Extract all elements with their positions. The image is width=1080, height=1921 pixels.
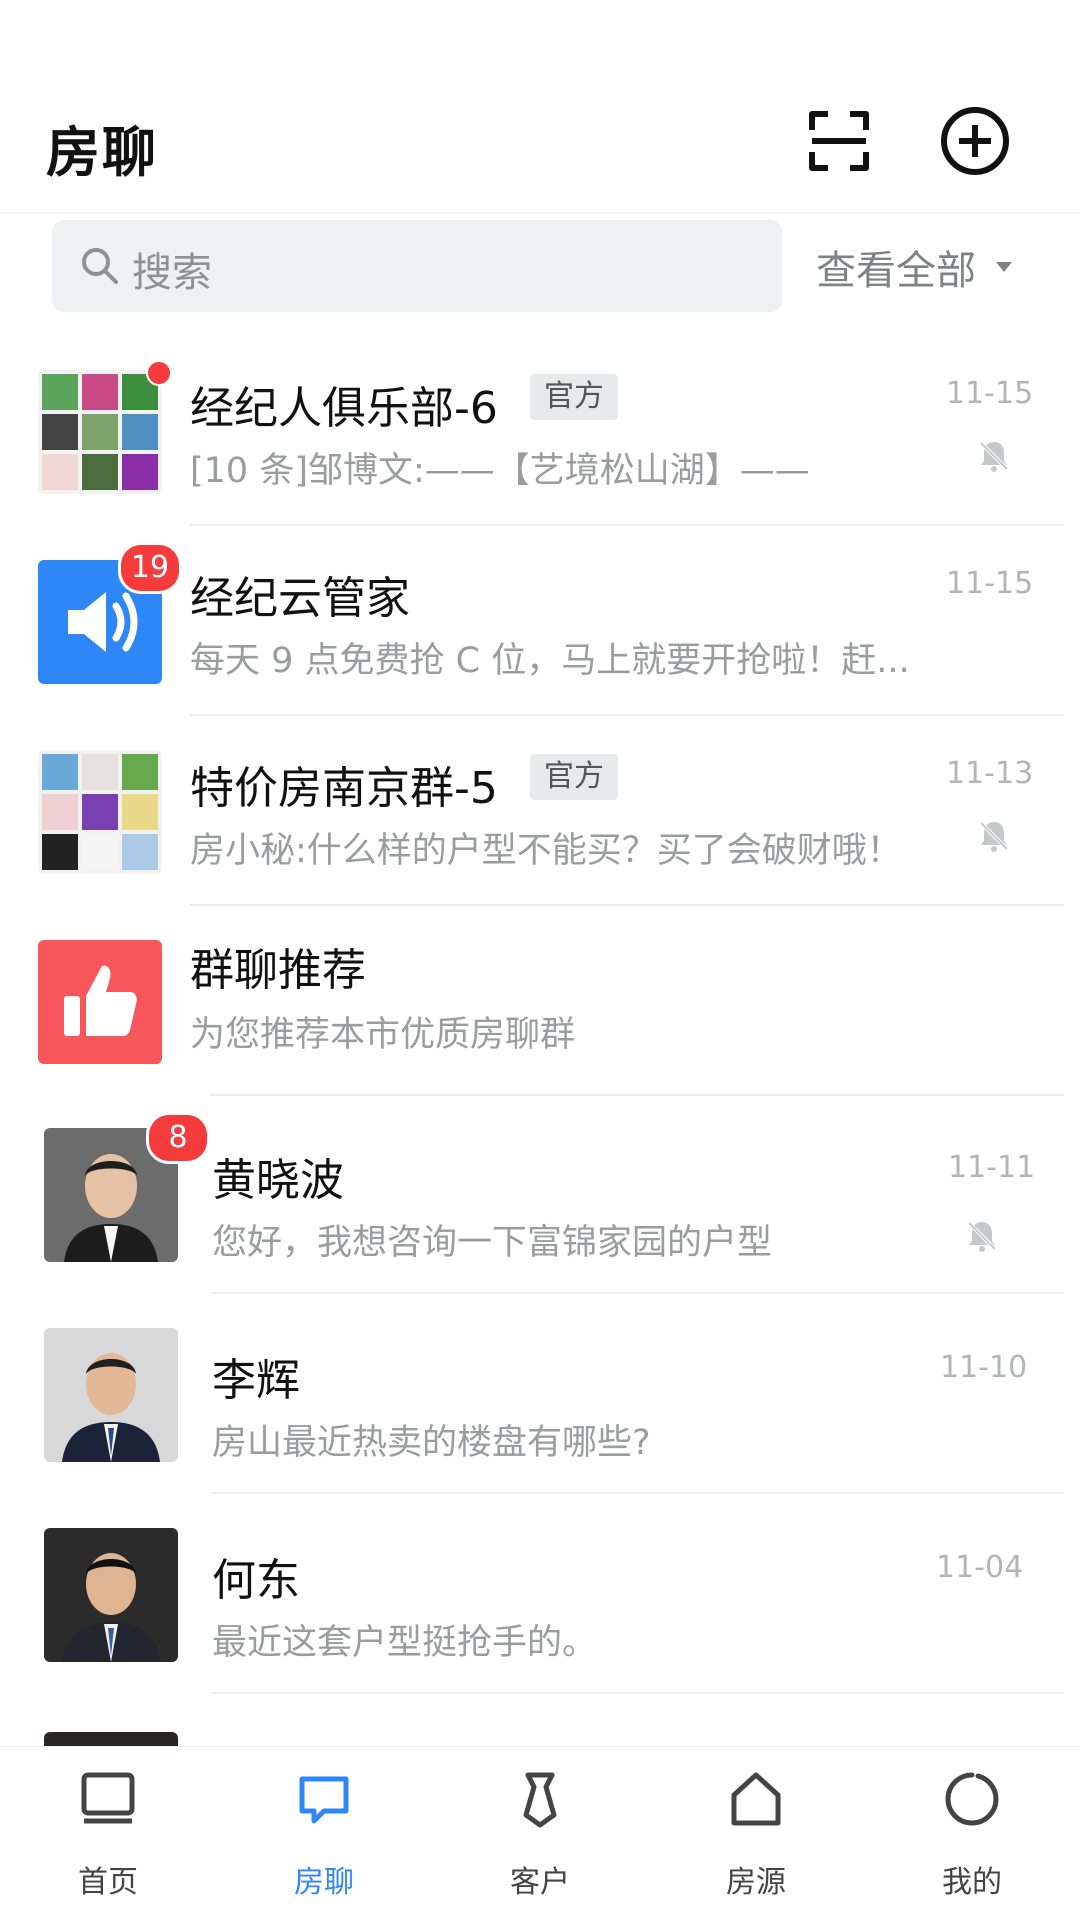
- home-monitor-icon: [81, 1772, 135, 1824]
- divider: [212, 1692, 1064, 1694]
- chat-time: 11-13: [946, 756, 1034, 791]
- tab-listings[interactable]: 房源: [648, 1747, 864, 1921]
- chat-preview: 您好，我想咨询一下富锦家园的户型: [212, 1223, 773, 1263]
- view-all-label: 查看全部: [816, 248, 976, 294]
- official-tag: 官方: [530, 374, 618, 420]
- tab-label: 房聊: [294, 1865, 354, 1900]
- search-row: 搜索 查看全部: [0, 220, 1080, 312]
- chat-preview: 为您推荐本市优质房聊群: [190, 1015, 576, 1055]
- tie-icon: [523, 1772, 557, 1828]
- official-tag: 官方: [530, 754, 618, 800]
- chat-preview: 每天 9 点免费抢 C 位，马上就要开抢啦！赶...: [190, 641, 910, 681]
- bottom-tab-bar: 首页 房聊 客户 房源 我的: [0, 1746, 1080, 1921]
- chat-name: 李辉: [212, 1355, 300, 1406]
- chat-list: 经纪人俱乐部-6 官方 [10 条]邹博文:——【艺境松山湖】—— 11-15 …: [0, 312, 1080, 1746]
- scan-icon[interactable]: [806, 108, 872, 174]
- search-input[interactable]: 搜索: [52, 220, 782, 312]
- tab-label: 我的: [942, 1865, 1002, 1900]
- chat-name: 何东: [212, 1555, 300, 1606]
- unread-dot: [146, 360, 172, 386]
- tab-home[interactable]: 首页: [0, 1747, 216, 1921]
- chat-name: 群聊推荐: [190, 945, 366, 996]
- chat-preview: 房小秘:什么样的户型不能买？买了会破财哦！: [190, 831, 902, 871]
- profile-circle-icon: [945, 1772, 999, 1826]
- chat-item-contact[interactable]: 8 黄晓波 您好，我想咨询一下富锦家园的户型 11-11: [0, 1082, 1080, 1294]
- chat-time: 11-04: [936, 1550, 1024, 1585]
- search-icon: [82, 248, 118, 284]
- chat-preview: [10 条]邹博文:——【艺境松山湖】——: [190, 451, 810, 491]
- unread-count-badge: 19: [118, 542, 182, 594]
- tab-chat[interactable]: 房聊: [216, 1747, 432, 1921]
- chat-item-assistant[interactable]: 19 经纪云管家 每天 9 点免费抢 C 位，马上就要开抢啦！赶... 11-1…: [0, 502, 1080, 716]
- mute-bell-icon: [967, 1221, 997, 1252]
- search-placeholder: 搜索: [132, 250, 212, 296]
- chat-bubble-icon: [299, 1776, 349, 1824]
- chat-time: 11-15: [946, 376, 1034, 411]
- chat-item-contact[interactable]: 何东 最近这套户型挺抢手的。 11-04: [0, 1482, 1080, 1694]
- contact-avatar: [44, 1528, 178, 1662]
- tab-label: 首页: [78, 1865, 138, 1900]
- tab-clients[interactable]: 客户: [432, 1747, 648, 1921]
- unread-count-badge: 8: [146, 1112, 210, 1164]
- chat-item-club[interactable]: 经纪人俱乐部-6 官方 [10 条]邹博文:——【艺境松山湖】—— 11-15: [0, 312, 1080, 526]
- chat-time: 11-11: [948, 1150, 1036, 1185]
- contact-avatar: [44, 1328, 178, 1462]
- page-title: 房聊: [46, 121, 158, 184]
- mute-bell-icon: [979, 441, 1009, 472]
- chat-preview: 最近这套户型挺抢手的。: [212, 1623, 598, 1663]
- tab-label: 客户: [510, 1865, 570, 1900]
- chat-time: 11-10: [940, 1350, 1028, 1385]
- group-avatar-icon: [38, 750, 162, 874]
- chat-preview: 房山最近热卖的楼盘有哪些?: [212, 1423, 651, 1463]
- chat-item-contact[interactable]: 李辉 房山最近热卖的楼盘有哪些? 11-10: [0, 1282, 1080, 1494]
- app-header: 房聊: [0, 0, 1080, 213]
- tab-label: 房源: [726, 1865, 786, 1900]
- chat-item-deal-group[interactable]: 特价房南京群-5 官方 房小秘:什么样的户型不能买？买了会破财哦！ 11-13: [0, 692, 1080, 906]
- thumbs-up-icon: [38, 940, 162, 1064]
- tab-profile[interactable]: 我的: [864, 1747, 1080, 1921]
- plus-circle-icon[interactable]: [940, 106, 1010, 176]
- chat-item-recommend[interactable]: 群聊推荐 为您推荐本市优质房聊群: [0, 882, 1080, 1096]
- chat-name: 经纪人俱乐部-6: [190, 383, 498, 434]
- mute-bell-icon: [979, 821, 1009, 852]
- contact-avatar: [44, 1732, 178, 1746]
- house-icon: [731, 1772, 781, 1826]
- caret-down-icon: [996, 262, 1012, 272]
- chat-name: 经纪云管家: [190, 573, 410, 624]
- chat-name: 特价房南京群-5: [190, 763, 498, 814]
- group-avatar-icon: [38, 370, 162, 494]
- chat-time: 11-15: [946, 566, 1034, 601]
- chat-name: 黄晓波: [212, 1155, 344, 1206]
